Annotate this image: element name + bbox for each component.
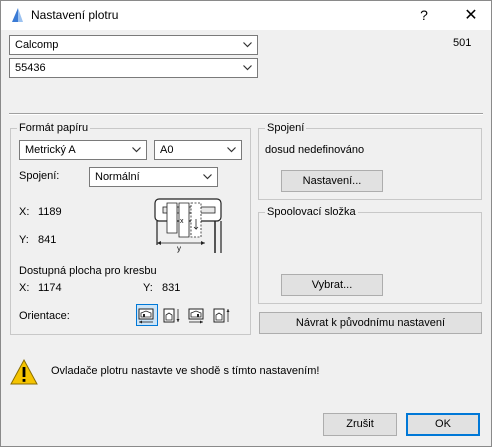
plotter-code: 501 [453, 37, 472, 49]
available-x-value: 1174 [38, 282, 62, 294]
orientation-label: Orientace: [19, 310, 70, 322]
driver-select-value: Calcomp [15, 39, 59, 51]
orientation-3-icon[interactable] [186, 304, 208, 326]
paper-y-label: Y: [19, 234, 29, 246]
paper-connection-value: Normální [95, 171, 140, 183]
svg-text:y: y [177, 244, 181, 253]
svg-text:x: x [180, 218, 184, 225]
chevron-down-icon [227, 147, 236, 153]
paper-unit-value: Metrický A [25, 144, 76, 156]
close-button[interactable]: ✕ [451, 1, 491, 30]
paper-x-label: X: [19, 206, 30, 218]
cancel-button[interactable]: Zrušit [323, 413, 397, 436]
paper-x-value: 1189 [38, 206, 62, 218]
warning-message: Ovladače plotru nastavte ve shodě s tímt… [51, 365, 320, 377]
chevron-down-icon [243, 42, 252, 48]
ok-button[interactable]: OK [406, 413, 480, 436]
connection-group-label: Spojení [265, 122, 307, 134]
title-bar: Nastavení plotru ? ✕ [1, 1, 491, 30]
spool-select-button[interactable]: Vybrat... [281, 274, 383, 296]
paper-format-group-label: Formát papíru [17, 122, 91, 134]
plotter-settings-dialog: Nastavení plotru ? ✕ Calcomp 501 55436 F… [0, 0, 492, 447]
spool-folder-group-label: Spoolovací složka [265, 206, 358, 218]
restore-defaults-button[interactable]: Návrat k původnímu nastavení [259, 312, 482, 334]
chevron-down-icon [132, 147, 141, 153]
connection-status: dosud nedefinováno [265, 144, 365, 156]
connection-settings-button[interactable]: Nastavení... [281, 170, 383, 192]
driver-select[interactable]: Calcomp [9, 35, 258, 55]
paper-y-value: 841 [38, 234, 57, 246]
paper-connection-select[interactable]: Normální [89, 167, 218, 187]
paper-unit-select[interactable]: Metrický A [19, 140, 147, 160]
window-title: Nastavení plotru [31, 8, 119, 22]
model-select-value: 55436 [15, 62, 46, 74]
available-x-label: X: [19, 282, 30, 294]
paper-connection-label: Spojení: [19, 170, 60, 182]
orientation-4-icon[interactable] [211, 304, 233, 326]
model-select[interactable]: 55436 [9, 58, 258, 78]
paper-size-select[interactable]: A0 [154, 140, 242, 160]
available-area-title: Dostupná plocha pro kresbu [19, 265, 157, 277]
available-y-label: Y: [143, 282, 153, 294]
orientation-2-icon[interactable] [161, 304, 183, 326]
available-y-value: 831 [162, 282, 181, 294]
separator-highlight [9, 114, 483, 115]
app-icon [9, 7, 25, 23]
paper-size-value: A0 [160, 144, 174, 156]
warning-icon [9, 358, 39, 386]
orientation-1-icon[interactable] [136, 304, 158, 326]
chevron-down-icon [203, 174, 212, 180]
help-button[interactable]: ? [406, 1, 442, 30]
chevron-down-icon [243, 65, 252, 71]
plotter-illustration: y x [149, 193, 229, 255]
